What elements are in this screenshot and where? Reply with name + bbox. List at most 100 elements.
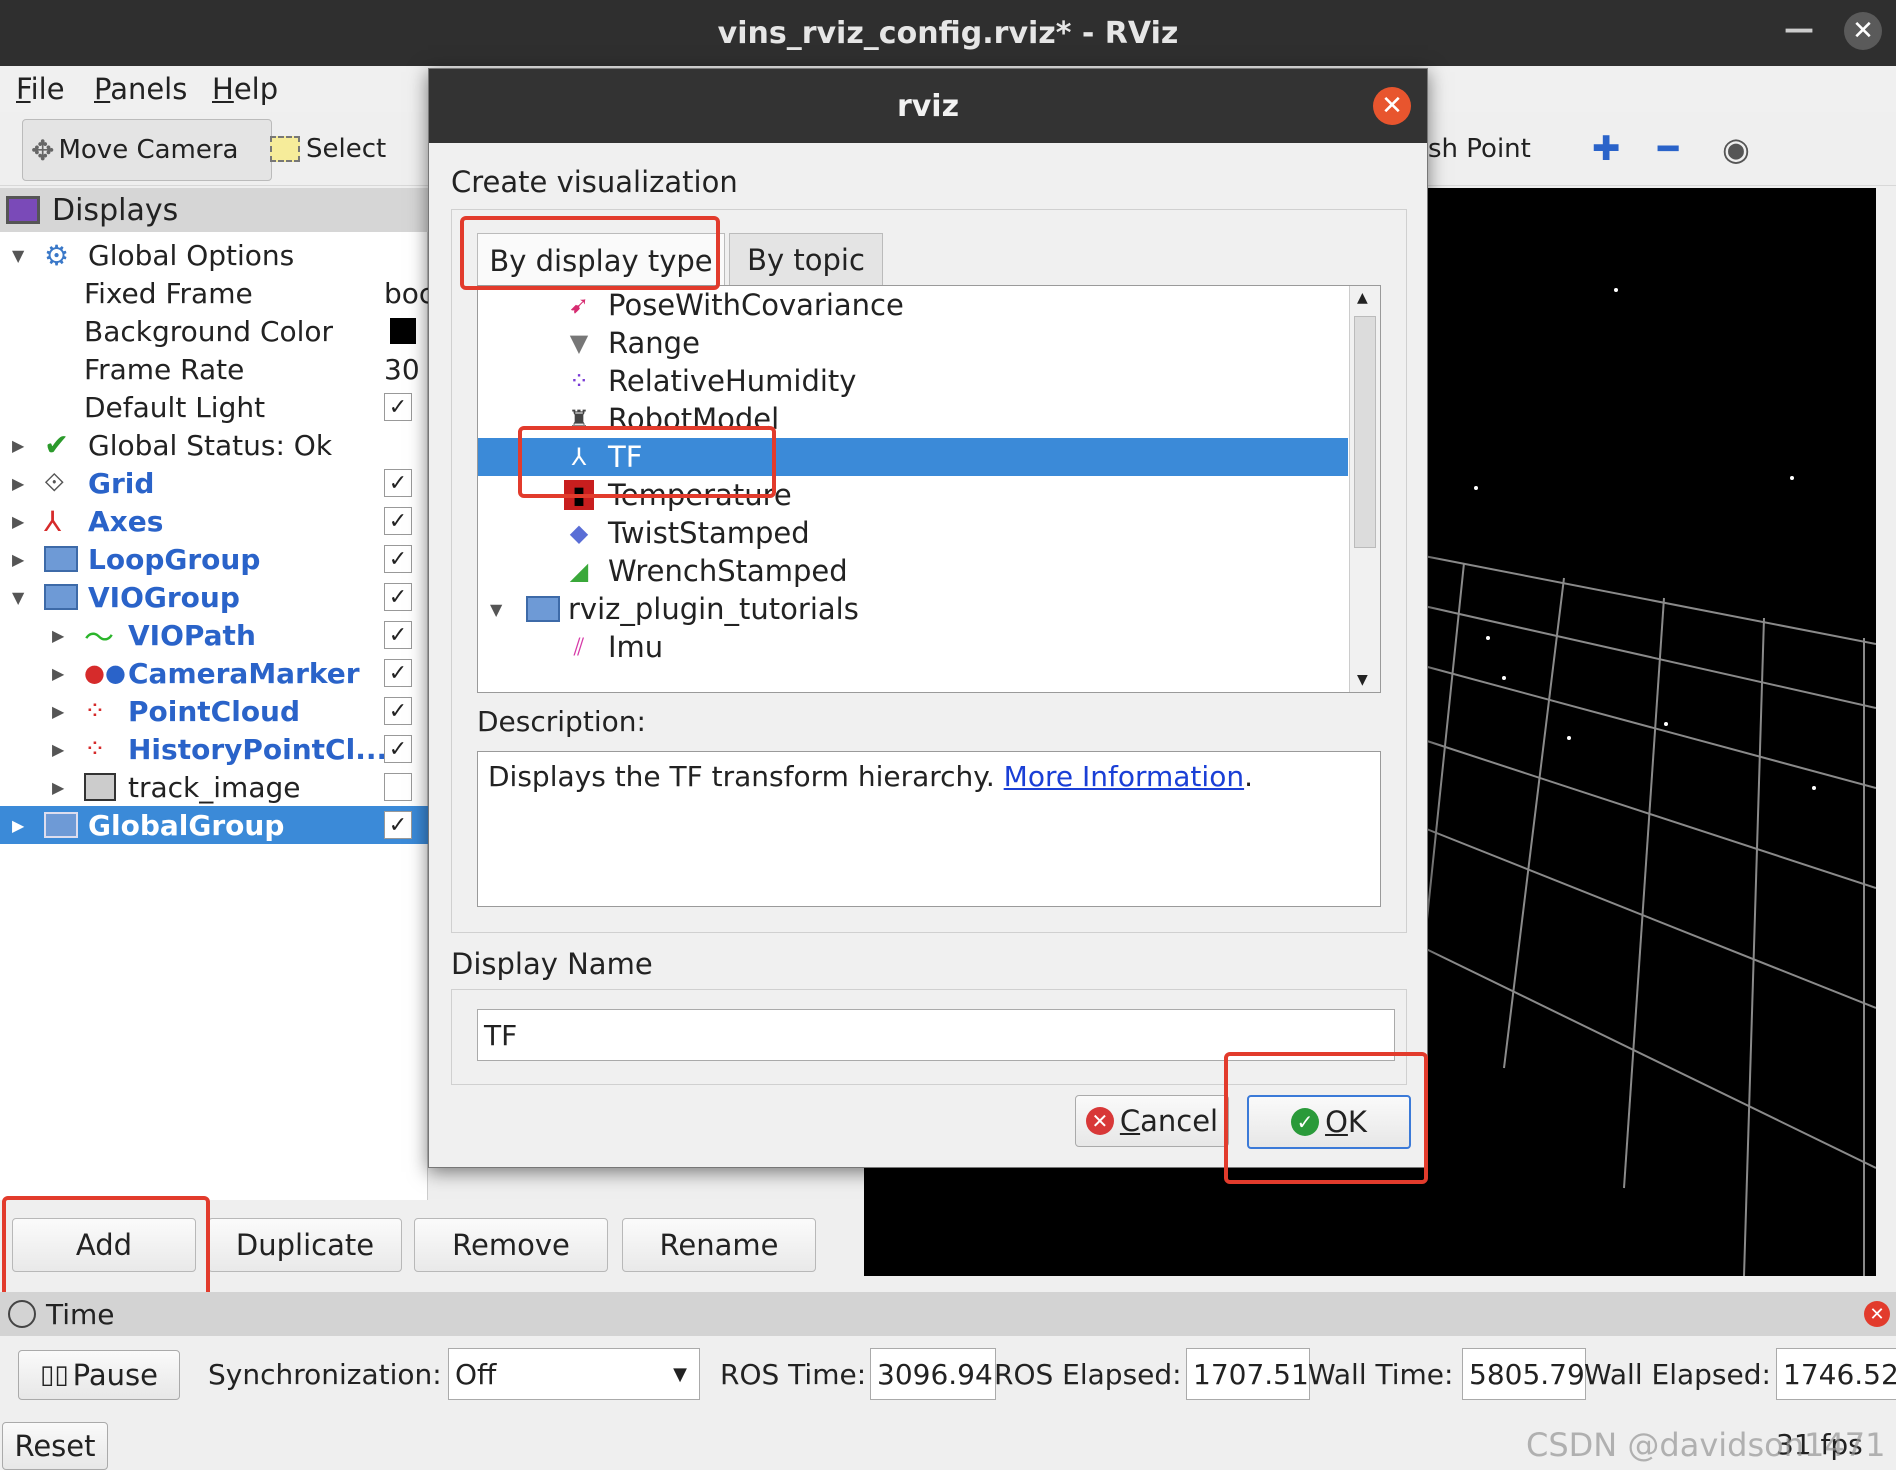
menu-help[interactable]: Help	[212, 72, 278, 106]
tree-pointcloud[interactable]: ▶ ⁘ PointCloud ✓	[0, 692, 428, 730]
pointcloud-checkbox[interactable]: ✓	[384, 697, 412, 725]
scroll-down-icon[interactable]: ▼	[1357, 672, 1368, 688]
menu-panels-mnemonic: P	[94, 72, 111, 106]
close-icon[interactable]: ✕	[1864, 1301, 1890, 1327]
tab-by-topic[interactable]: By topic	[729, 233, 883, 286]
tree-historypointcloud[interactable]: ▶ ⁘ HistoryPointCl... ✓	[0, 730, 428, 768]
grid-checkbox[interactable]: ✓	[384, 469, 412, 497]
global-options-label: Global Options	[88, 238, 295, 272]
collapse-arrow-icon: ▶	[52, 777, 65, 797]
window-title: vins_rviz_config.rviz* - RViz	[717, 15, 1179, 51]
tree-globalgroup[interactable]: ▶ GlobalGroup ✓	[0, 806, 428, 844]
dialog-titlebar: rviz ✕	[429, 69, 1427, 143]
tree-cameramarker[interactable]: ▶ ●● CameraMarker ✓	[0, 654, 428, 692]
tree-axes[interactable]: ▶ ⅄ Axes ✓	[0, 502, 428, 540]
rename-button[interactable]: Rename	[622, 1218, 816, 1272]
tree-grid[interactable]: ▶ ⟐ Grid ✓	[0, 464, 428, 502]
menu-panels[interactable]: Panels	[94, 72, 187, 106]
minimize-button[interactable]: —	[1784, 12, 1814, 47]
frame-rate-value[interactable]: 30	[384, 353, 420, 386]
pause-label: Pause	[72, 1358, 158, 1392]
scroll-up-icon[interactable]: ▲	[1357, 290, 1368, 306]
tree-global-options[interactable]: ▼ ⚙ Global Options	[0, 236, 428, 274]
tree-track-image[interactable]: ▶ track_image	[0, 768, 428, 806]
tree-fixed-frame[interactable]: Fixed Frame boc	[0, 274, 434, 312]
wall-time-field[interactable]: 5805.79	[1462, 1348, 1586, 1400]
historypointcloud-label: HistoryPointCl...	[128, 732, 388, 766]
expand-arrow-icon: ▼	[12, 587, 25, 607]
zoom-out-icon[interactable]: ━	[1650, 119, 1686, 179]
close-icon: ✕	[1381, 91, 1403, 121]
path-icon: 〜	[84, 621, 114, 656]
cancel-mnemonic: C	[1119, 1104, 1141, 1138]
tree-global-status[interactable]: ▶ ✔ Global Status: Ok	[0, 426, 428, 464]
list-item[interactable]: ◆ TwistStamped	[478, 514, 1348, 552]
list-item-label: TwistStamped	[608, 516, 810, 550]
folder-icon	[44, 546, 78, 572]
list-item-group[interactable]: ▼ rviz_plugin_tutorials	[478, 590, 1348, 628]
collapse-arrow-icon: ▶	[52, 701, 65, 721]
ros-time-value: 3096.94	[877, 1357, 993, 1391]
tree-default-light[interactable]: Default Light ✓	[0, 388, 428, 426]
time-panel-header: Time ✕	[0, 1292, 1896, 1336]
publish-point-label: sh Point	[1428, 134, 1531, 164]
cameramarker-checkbox[interactable]: ✓	[384, 659, 412, 687]
window-titlebar: vins_rviz_config.rviz* - RViz — ✕	[0, 0, 1896, 66]
tree-loopgroup[interactable]: ▶ LoopGroup ✓	[0, 540, 428, 578]
range-icon: ▼	[569, 329, 589, 357]
list-scrollbar[interactable]: ▲ ▼	[1349, 286, 1380, 692]
color-swatch[interactable]	[390, 318, 416, 344]
gear-icon: ⚙	[44, 238, 70, 272]
ros-elapsed-field[interactable]: 1707.51	[1186, 1348, 1310, 1400]
track-image-checkbox[interactable]	[384, 773, 412, 801]
viopath-label: VIOPath	[128, 618, 256, 652]
dialog-close-button[interactable]: ✕	[1373, 87, 1411, 125]
zoom-in-icon[interactable]: ✚	[1584, 119, 1629, 179]
list-item-label: Imu	[608, 630, 664, 664]
collapse-arrow-icon: ▶	[52, 625, 65, 645]
globalgroup-checkbox[interactable]: ✓	[384, 811, 412, 839]
tree-viopath[interactable]: ▶ 〜 VIOPath ✓	[0, 616, 428, 656]
more-information-link[interactable]: More Information	[1004, 760, 1244, 793]
viopath-checkbox[interactable]: ✓	[384, 621, 412, 649]
list-item-label: Range	[608, 326, 700, 360]
display-name-label: Display Name	[451, 947, 653, 981]
eye-icon[interactable]: ◉	[1714, 119, 1758, 179]
list-item[interactable]: ◢ WrenchStamped	[478, 552, 1348, 590]
description-text: Displays the TF transform hierarchy.	[488, 760, 1004, 793]
menu-file[interactable]: File	[16, 72, 65, 106]
duplicate-button[interactable]: Duplicate	[208, 1218, 402, 1272]
loopgroup-checkbox[interactable]: ✓	[384, 545, 412, 573]
pause-icon: ▯▯	[40, 1360, 69, 1390]
collapse-arrow-icon: ▶	[12, 549, 25, 569]
cancel-button[interactable]: ✕ Cancel	[1075, 1095, 1229, 1147]
move-camera-button[interactable]: ✥ Move Camera	[22, 119, 272, 181]
tree-frame-rate[interactable]: Frame Rate 30	[0, 350, 428, 388]
pause-button[interactable]: ▯▯ Pause	[18, 1350, 180, 1400]
publish-point-button[interactable]: sh Point	[1420, 119, 1539, 179]
axes-checkbox[interactable]: ✓	[384, 507, 412, 535]
tree-viogroup[interactable]: ▼ VIOGroup ✓	[0, 578, 428, 616]
list-item[interactable]: ⁘ RelativeHumidity	[478, 362, 1348, 400]
sync-dropdown[interactable]: Off ▼	[448, 1348, 700, 1400]
window-close-button[interactable]: ✕	[1844, 12, 1882, 50]
select-button[interactable]: Select	[262, 119, 394, 179]
list-item-label: rviz_plugin_tutorials	[568, 592, 859, 626]
displays-panel-header: Displays	[0, 188, 428, 232]
scroll-thumb[interactable]	[1354, 316, 1376, 548]
historypointcloud-checkbox[interactable]: ✓	[384, 735, 412, 763]
list-item[interactable]: ▼ Range	[478, 324, 1348, 362]
reset-button[interactable]: Reset	[2, 1422, 108, 1470]
ros-time-field[interactable]: 3096.94	[870, 1348, 996, 1400]
remove-button[interactable]: Remove	[414, 1218, 608, 1272]
tree-background-color[interactable]: Background Color	[0, 312, 428, 350]
list-item[interactable]: ➹ PoseWithCovariance	[478, 286, 1348, 324]
list-item[interactable]: ⫽ Imu	[478, 628, 1348, 666]
ros-time-label: ROS Time:	[720, 1358, 867, 1391]
menu-help-mnemonic: H	[212, 72, 234, 106]
default-light-checkbox[interactable]: ✓	[384, 393, 412, 421]
viogroup-checkbox[interactable]: ✓	[384, 583, 412, 611]
menu-file-rest: ile	[30, 72, 65, 106]
wall-elapsed-field[interactable]: 1746.52	[1776, 1348, 1896, 1400]
fixed-frame-value[interactable]: boc	[384, 277, 434, 310]
